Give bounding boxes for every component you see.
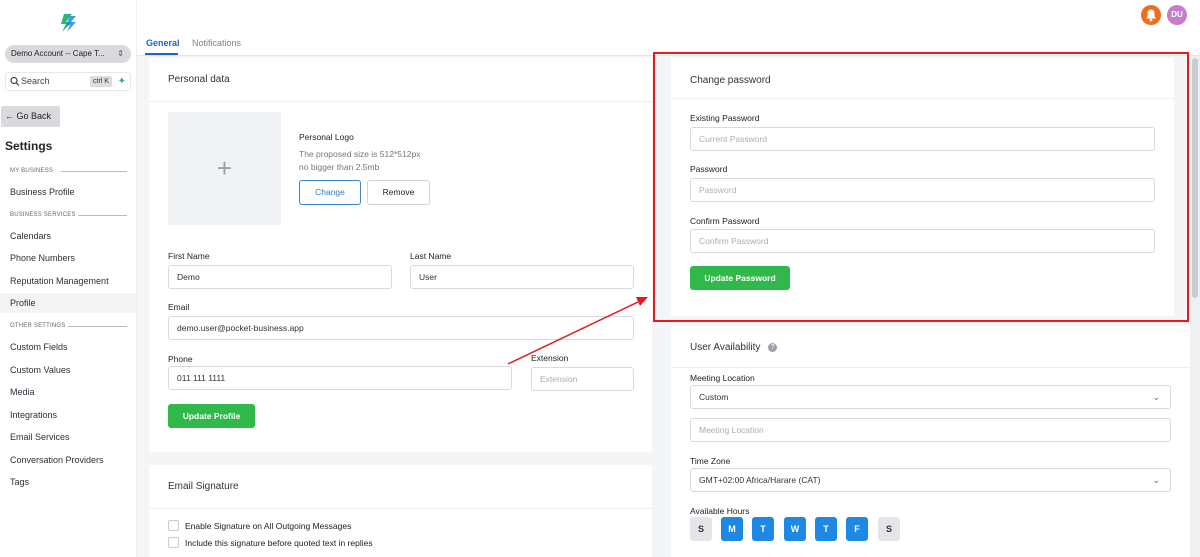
plus-icon: + <box>216 153 233 183</box>
meeting-location-field[interactable]: Meeting Location <box>690 418 1171 442</box>
day-toggle-sunday[interactable]: S <box>690 517 712 541</box>
scrollbar-thumb[interactable] <box>1192 58 1198 298</box>
active-tab-indicator <box>145 53 178 55</box>
timezone-value: GMT+02:00 Africa/Harare (CAT) <box>699 475 821 485</box>
app-logo <box>61 14 76 32</box>
sidebar-item-custom-fields[interactable]: Custom Fields <box>0 337 136 357</box>
search-button[interactable]: Search ctrl K ✦ <box>5 72 131 91</box>
logo-size-hint: The proposed size is 512*512px <box>299 149 421 159</box>
include-signature-label: Include this signature before quoted tex… <box>185 538 373 548</box>
day-toggle-monday[interactable]: M <box>721 517 743 541</box>
day-toggle-saturday[interactable]: S <box>878 517 900 541</box>
email-field[interactable]: demo.user@pocket-business.app <box>168 316 634 340</box>
section-business-services: BUSINESS SERVICES <box>10 212 76 218</box>
logo-limit-hint: no bigger than 2.5mb <box>299 162 380 172</box>
card-title: Email Signature <box>149 465 652 509</box>
help-icon[interactable]: ? <box>768 342 778 352</box>
section-my-business: MY BUSINESS <box>10 168 54 174</box>
chevron-down-icon: ⌄ <box>1152 475 1160 485</box>
timezone-label: Time Zone <box>690 456 731 466</box>
sidebar-item-conversation-providers[interactable]: Conversation Providers <box>0 450 136 470</box>
logo-upload-area[interactable]: + <box>168 112 281 225</box>
day-toggle-tuesday[interactable]: T <box>752 517 774 541</box>
extension-label: Extension <box>531 353 569 363</box>
search-label: Search <box>21 76 50 86</box>
sidebar-item-email-services[interactable]: Email Services <box>0 427 136 447</box>
account-name: Demo Account -- Cape T... <box>11 49 105 58</box>
tab-general[interactable]: General <box>146 38 180 48</box>
notification-bell-button[interactable] <box>1141 5 1161 25</box>
sidebar-item-reputation-management[interactable]: Reputation Management <box>0 271 136 291</box>
settings-title: Settings <box>5 139 53 153</box>
avatar[interactable]: DU <box>1167 5 1187 25</box>
available-hours-label: Available Hours <box>690 506 750 516</box>
go-back-button[interactable]: ← Go Back <box>1 106 60 127</box>
meeting-location-select[interactable]: Custom ⌄ <box>690 385 1171 409</box>
email-label: Email <box>168 302 190 312</box>
phone-label: Phone <box>168 354 193 364</box>
sidebar-item-integrations[interactable]: Integrations <box>0 405 136 425</box>
last-name-field[interactable]: User <box>410 265 634 289</box>
top-tab-bar: General Notifications <box>137 0 1200 56</box>
sidebar-item-business-profile[interactable]: Business Profile <box>0 182 136 202</box>
day-toggle-friday[interactable]: F <box>846 517 868 541</box>
day-toggle-thursday[interactable]: T <box>815 517 837 541</box>
extension-field[interactable]: Extension <box>531 367 634 391</box>
first-name-label: First Name <box>168 251 210 261</box>
sidebar-item-custom-values[interactable]: Custom Values <box>0 360 136 380</box>
first-name-field[interactable]: Demo <box>168 265 392 289</box>
section-divider <box>61 171 127 172</box>
section-other-settings: OTHER SETTINGS <box>10 323 66 329</box>
sidebar-item-profile[interactable]: Profile <box>0 293 136 313</box>
timezone-select[interactable]: GMT+02:00 Africa/Harare (CAT) ⌄ <box>690 468 1171 492</box>
remove-logo-button[interactable]: Remove <box>367 180 430 205</box>
change-logo-button[interactable]: Change <box>299 180 361 205</box>
search-icon <box>10 76 20 86</box>
logo-title: Personal Logo <box>299 132 354 142</box>
update-profile-button[interactable]: Update Profile <box>168 404 255 428</box>
meeting-location-label: Meeting Location <box>690 373 755 383</box>
section-divider <box>78 215 127 216</box>
sparkle-icon[interactable]: ✦ <box>118 73 126 90</box>
card-title: User Availability ? <box>671 326 1190 368</box>
sidebar-item-phone-numbers[interactable]: Phone Numbers <box>0 248 136 268</box>
day-toggle-wednesday[interactable]: W <box>784 517 806 541</box>
tab-notifications[interactable]: Notifications <box>192 38 241 48</box>
chevron-updown-icon: ⇕ <box>117 49 124 58</box>
last-name-label: Last Name <box>410 251 452 261</box>
chevron-down-icon: ⌄ <box>1152 392 1160 402</box>
card-title: Personal data <box>149 58 652 102</box>
enable-signature-checkbox[interactable] <box>168 520 179 531</box>
section-divider <box>68 326 127 327</box>
sidebar-item-tags[interactable]: Tags <box>0 472 136 492</box>
meeting-location-value: Custom <box>699 392 729 402</box>
enable-signature-label: Enable Signature on All Outgoing Message… <box>185 521 352 531</box>
search-shortcut: ctrl K <box>90 76 112 87</box>
sidebar-item-calendars[interactable]: Calendars <box>0 226 136 246</box>
include-signature-checkbox[interactable] <box>168 537 179 548</box>
sidebar: Demo Account -- Cape T... ⇕ Search ctrl … <box>0 0 137 557</box>
account-switcher[interactable]: Demo Account -- Cape T... ⇕ <box>5 45 131 63</box>
sidebar-item-media[interactable]: Media <box>0 382 136 402</box>
go-back-label: Go Back <box>16 111 52 121</box>
phone-field[interactable]: 011 111 1111 <box>168 366 512 390</box>
arrow-left-icon: ← <box>5 111 14 121</box>
highlight-box <box>653 52 1189 322</box>
bell-icon <box>1146 9 1156 22</box>
availability-title: User Availability <box>690 342 761 353</box>
